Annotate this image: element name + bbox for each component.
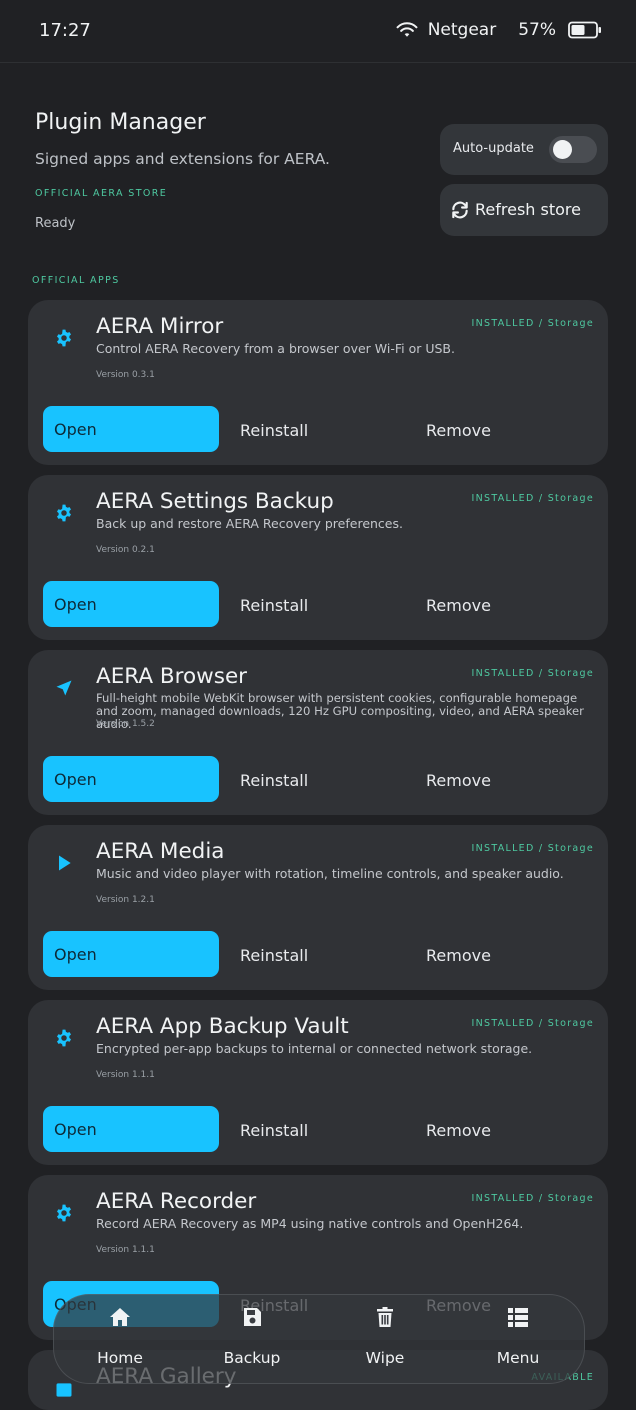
- store-label: OFFICIAL AERA STORE: [35, 188, 168, 199]
- nav-label: Menu: [496, 1349, 540, 1367]
- open-button[interactable]: Open: [43, 1106, 219, 1152]
- app-card-aera-app-backup-vault: AERA App Backup Vault INSTALLED / Storag…: [28, 1000, 608, 1165]
- app-description: Encrypted per-app backups to internal or…: [96, 1041, 533, 1056]
- app-card-aera-settings-backup: AERA Settings Backup INSTALLED / Storage…: [28, 475, 608, 640]
- auto-update-toggle[interactable]: [549, 136, 597, 163]
- reinstall-button[interactable]: Reinstall: [240, 421, 308, 440]
- page-title: Plugin Manager: [35, 110, 206, 135]
- nav-label: Backup: [223, 1349, 281, 1367]
- reinstall-button[interactable]: Reinstall: [240, 946, 308, 965]
- battery-icon: [568, 21, 601, 39]
- app-version: Version 1.1.1: [96, 1070, 155, 1080]
- page-subtitle: Signed apps and extensions for AERA.: [35, 150, 330, 168]
- app-status-tag: INSTALLED / Storage: [471, 843, 594, 854]
- section-label: OFFICIAL APPS: [32, 275, 120, 286]
- status-time: 17:27: [39, 20, 91, 41]
- app-version: Version 1.5.2: [96, 719, 155, 729]
- remove-button[interactable]: Remove: [426, 421, 491, 440]
- app-description: Music and video player with rotation, ti…: [96, 866, 564, 881]
- save-icon: [244, 1308, 261, 1326]
- app-name: AERA Settings Backup: [96, 489, 334, 514]
- refresh-icon: [452, 201, 468, 219]
- app-version: Version 1.1.1: [96, 1245, 155, 1255]
- nav-menu[interactable]: Menu: [463, 1305, 573, 1367]
- open-button[interactable]: Open: [43, 931, 219, 977]
- navigation-arrow-icon: [56, 680, 72, 696]
- app-name: AERA Browser: [96, 664, 248, 689]
- app-description: Back up and restore AERA Recovery prefer…: [96, 516, 403, 531]
- app-name: AERA Recorder: [96, 1189, 257, 1214]
- open-button[interactable]: Open: [43, 406, 219, 452]
- app-name: AERA Mirror: [96, 314, 224, 339]
- app-card-aera-mirror: AERA Mirror INSTALLED / Storage Control …: [28, 300, 608, 465]
- gear-icon: [57, 329, 71, 347]
- refresh-store-label: Refresh store: [475, 200, 581, 219]
- gear-icon: [57, 504, 71, 522]
- store-status: Ready: [35, 216, 76, 231]
- app-version: Version 0.2.1: [96, 545, 155, 555]
- network-name: Netgear: [427, 20, 497, 40]
- remove-button[interactable]: Remove: [426, 596, 491, 615]
- app-version: Version 1.2.1: [96, 895, 155, 905]
- nav-home[interactable]: Home: [65, 1305, 175, 1367]
- reinstall-button[interactable]: Reinstall: [240, 596, 308, 615]
- trash-icon: [377, 1307, 393, 1327]
- app-card-aera-media: AERA Media INSTALLED / Storage Music and…: [28, 825, 608, 990]
- open-button[interactable]: Open: [43, 756, 219, 802]
- status-bar: 17:27 Netgear 57%: [0, 0, 636, 63]
- open-button[interactable]: Open: [43, 581, 219, 627]
- home-icon: [110, 1308, 130, 1326]
- app-status-tag: INSTALLED / Storage: [471, 493, 594, 504]
- reinstall-button[interactable]: Reinstall: [240, 771, 308, 790]
- bottom-navigation: Home Backup Wipe Menu: [53, 1294, 585, 1384]
- nav-backup[interactable]: Backup: [197, 1305, 307, 1367]
- battery-percent: 57%: [518, 20, 556, 40]
- nav-wipe[interactable]: Wipe: [330, 1305, 440, 1367]
- auto-update-label: Auto-update: [453, 141, 534, 156]
- toggle-knob: [553, 140, 572, 159]
- remove-button[interactable]: Remove: [426, 946, 491, 965]
- app-name: AERA Media: [96, 839, 225, 864]
- app-status-tag: INSTALLED / Storage: [471, 1018, 594, 1029]
- play-icon: [59, 855, 71, 871]
- app-name: AERA App Backup Vault: [96, 1014, 349, 1039]
- app-description: Control AERA Recovery from a browser ove…: [96, 341, 455, 356]
- image-icon: [56, 1383, 72, 1397]
- reinstall-button[interactable]: Reinstall: [240, 1121, 308, 1140]
- wifi-icon: [396, 22, 418, 37]
- gear-icon: [57, 1204, 71, 1222]
- app-description: Full-height mobile WebKit browser with p…: [96, 691, 584, 731]
- remove-button[interactable]: Remove: [426, 1121, 491, 1140]
- refresh-store-button[interactable]: Refresh store: [440, 184, 608, 236]
- list-icon: [508, 1308, 528, 1327]
- app-status-tag: INSTALLED / Storage: [471, 1193, 594, 1204]
- nav-label: Home: [97, 1349, 143, 1367]
- gear-icon: [57, 1029, 71, 1047]
- app-card-aera-browser: AERA Browser INSTALLED / Storage Full-he…: [28, 650, 608, 815]
- remove-button[interactable]: Remove: [426, 771, 491, 790]
- app-version: Version 0.3.1: [96, 370, 155, 380]
- app-status-tag: INSTALLED / Storage: [471, 668, 594, 679]
- nav-label: Wipe: [365, 1349, 405, 1367]
- status-right: Netgear 57%: [396, 20, 602, 40]
- app-description: Record AERA Recovery as MP4 using native…: [96, 1216, 524, 1231]
- app-status-tag: INSTALLED / Storage: [471, 318, 594, 329]
